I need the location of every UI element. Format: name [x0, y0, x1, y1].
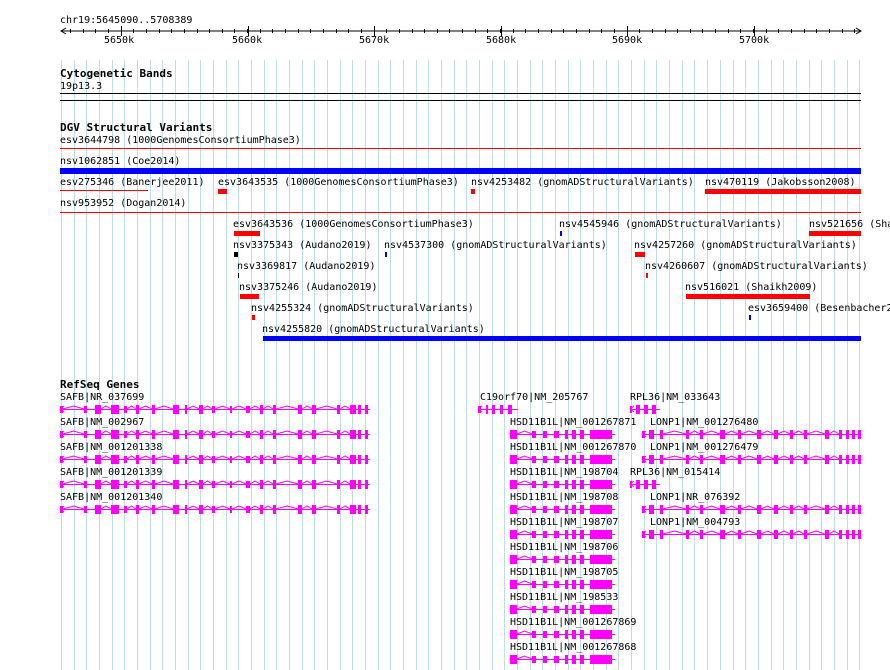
gene-model[interactable] [509, 578, 615, 590]
dgv-feature-bar[interactable] [263, 336, 861, 341]
gene-label[interactable]: SAFB|NM_001201340 [60, 492, 162, 503]
gene-label[interactable]: RPL36|NM_033643 [630, 392, 720, 403]
dgv-label[interactable]: nsv3375343 (Audano2019) [233, 240, 371, 251]
cytoband-label: 19p13.3 [60, 81, 103, 92]
gene-model[interactable] [59, 453, 370, 465]
tick-5670k: 5670k [359, 35, 390, 46]
dgv-label[interactable]: nsv4545946 (gnomADStructuralVariants) [559, 219, 782, 230]
dgv-label[interactable]: nsv953952 (Dogan2014) [60, 198, 186, 209]
dgv-label[interactable]: nsv4257260 (gnomADStructuralVariants) [634, 240, 857, 251]
dgv-feature-bar[interactable] [471, 189, 475, 194]
gene-label[interactable]: LONP1|NM_004793 [650, 517, 740, 528]
gene-model[interactable] [509, 653, 615, 665]
dgv-label[interactable]: nsv1062851 (Coe2014) [60, 156, 180, 167]
gene-label[interactable]: HSD11B1L|NM_198706 [510, 542, 618, 553]
gene-label[interactable]: SAFB|NM_001201339 [60, 467, 162, 478]
gene-model[interactable] [59, 503, 370, 515]
gene-label[interactable]: RPL36|NM_015414 [630, 467, 720, 478]
dgv-label[interactable]: nsv3369817 (Audano2019) [237, 261, 375, 272]
gene-model[interactable] [59, 403, 370, 415]
dgv-label[interactable]: nsv521656 (Sha [809, 219, 890, 230]
gene-label[interactable]: SAFB|NM_001201338 [60, 442, 162, 453]
gene-label[interactable]: LONP1|NR_076392 [650, 492, 740, 503]
dgv-label[interactable]: nsv4255820 (gnomADStructuralVariants) [262, 324, 485, 335]
dgv-label[interactable]: nsv470119 (Jakobsson2008) [705, 177, 856, 188]
track-divider [60, 100, 861, 101]
gene-label[interactable]: HSD11B1L|NM_198708 [510, 492, 618, 503]
cytoband-bar[interactable] [60, 93, 861, 94]
gene-model[interactable] [509, 453, 615, 465]
dgv-feature-bar[interactable] [646, 273, 648, 278]
gene-label[interactable]: HSD11B1L|NM_198704 [510, 467, 618, 478]
tick-5680k: 5680k [486, 35, 517, 46]
dgv-label[interactable]: nsv4260607 (gnomADStructuralVariants) [645, 261, 868, 272]
dgv-label[interactable]: esv3643535 (1000GenomesConsortiumPhase3) [218, 177, 459, 188]
dgv-feature-bar[interactable] [218, 189, 227, 194]
gene-label[interactable]: SAFB|NM_002967 [60, 417, 144, 428]
dgv-feature-bar[interactable] [749, 315, 751, 320]
gene-label[interactable]: LONP1|NM_001276480 [650, 417, 758, 428]
gene-label[interactable]: C19orf70|NM_205767 [480, 392, 588, 403]
gene-model[interactable] [641, 503, 861, 515]
gene-model[interactable] [641, 428, 861, 440]
gene-model[interactable] [509, 603, 615, 615]
tick-5690k: 5690k [612, 35, 643, 46]
gene-label[interactable]: HSD11B1L|NM_001267868 [510, 642, 636, 653]
dgv-label[interactable]: esv275346 (Banerjee2011) [60, 177, 205, 188]
gene-label[interactable]: HSD11B1L|NM_001267870 [510, 442, 636, 453]
dgv-feature-bar[interactable] [385, 252, 387, 257]
gene-model[interactable] [509, 428, 615, 440]
dgv-feature-bar[interactable] [60, 148, 861, 149]
refseq-track-title: RefSeq Genes [60, 378, 140, 391]
dgv-label[interactable]: nsv3375246 (Audano2019) [239, 282, 377, 293]
gene-model[interactable] [629, 478, 660, 490]
gene-label[interactable]: HSD11B1L|NM_198707 [510, 517, 618, 528]
dgv-feature-bar[interactable] [252, 315, 255, 320]
dgv-feature-bar[interactable] [240, 294, 259, 299]
gene-model[interactable] [509, 553, 615, 565]
gene-model[interactable] [59, 428, 370, 440]
gene-label[interactable]: HSD11B1L|NM_198533 [510, 592, 618, 603]
dgv-label[interactable]: nsv4253482 (gnomADStructuralVariants) [471, 177, 694, 188]
gene-model[interactable] [641, 528, 861, 540]
dgv-feature-bar[interactable] [635, 252, 645, 257]
gene-model[interactable] [629, 403, 660, 415]
dgv-feature-bar[interactable] [234, 231, 260, 236]
dgv-feature-bar[interactable] [686, 294, 810, 299]
tick-5650k: 5650k [104, 35, 135, 46]
dgv-feature-bar[interactable] [60, 168, 861, 174]
gene-label[interactable]: HSD11B1L|NM_198705 [510, 567, 618, 578]
gene-model[interactable] [477, 403, 518, 415]
gene-model[interactable] [509, 503, 615, 515]
tick-5660k: 5660k [232, 35, 263, 46]
dgv-label[interactable]: esv3644798 (1000GenomesConsortiumPhase3) [60, 135, 301, 146]
gene-model[interactable] [59, 478, 370, 490]
dgv-feature-bar[interactable] [238, 273, 239, 278]
dgv-feature-bar[interactable] [560, 231, 562, 236]
position-ruler[interactable] [0, 0, 890, 60]
dgv-label[interactable]: nsv4255324 (gnomADStructuralVariants) [251, 303, 474, 314]
gene-model[interactable] [641, 453, 861, 465]
gene-label[interactable]: HSD11B1L|NM_001267869 [510, 617, 636, 628]
gene-label[interactable]: SAFB|NR_037699 [60, 392, 144, 403]
dgv-label[interactable]: esv3659400 (Besenbacher2 [748, 303, 890, 314]
gene-model[interactable] [509, 528, 615, 540]
dgv-feature-bar[interactable] [60, 190, 148, 191]
dgv-feature-bar[interactable] [705, 189, 861, 194]
gene-model[interactable] [509, 628, 615, 640]
dgv-feature-bar[interactable] [60, 212, 861, 213]
cytoband-track-title: Cytogenetic Bands [60, 67, 173, 80]
dgv-label[interactable]: esv3643536 (1000GenomesConsortiumPhase3) [233, 219, 474, 230]
dgv-track-title: DGV Structural Variants [60, 121, 213, 134]
dgv-label[interactable]: nsv516021 (Shaikh2009) [685, 282, 817, 293]
gene-model[interactable] [509, 478, 615, 490]
gene-label[interactable]: HSD11B1L|NM_001267871 [510, 417, 636, 428]
dgv-feature-bar[interactable] [234, 252, 238, 257]
dgv-feature-bar[interactable] [809, 231, 861, 236]
dgv-label[interactable]: nsv4537300 (gnomADStructuralVariants) [384, 240, 607, 251]
tick-5700k: 5700k [739, 35, 770, 46]
gene-label[interactable]: LONP1|NM_001276479 [650, 442, 758, 453]
